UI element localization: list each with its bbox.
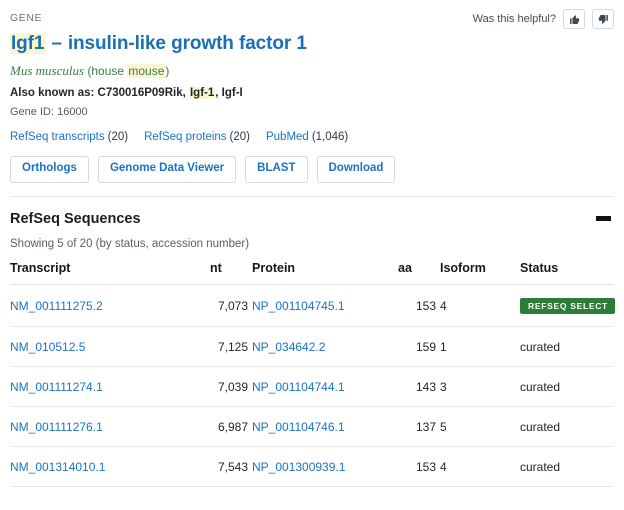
orthologs-button[interactable]: Orthologs: [10, 156, 89, 183]
nt-cell: 6,987: [210, 406, 252, 447]
transcript-cell: NM_001111274.1: [10, 366, 210, 407]
table-row: NM_001111276.1 6,987 NP_001104746.1 137 …: [10, 406, 614, 447]
link-refseq-transcripts-wrap: RefSeq transcripts (20): [10, 131, 128, 143]
link-refseq-transcripts-count: (20): [107, 131, 129, 144]
link-refseq-proteins-count: (20): [229, 131, 250, 144]
download-button[interactable]: Download: [316, 156, 396, 183]
table-row: NM_010512.5 7,125 NP_034642.2 159 1 cura…: [10, 326, 614, 367]
status-cell: REFSEQ SELECT: [520, 284, 615, 327]
link-pubmed[interactable]: PubMed: [266, 131, 309, 143]
transcript-link[interactable]: NM_001111275.2: [10, 299, 103, 313]
protein-cell: NP_001104744.1: [252, 366, 398, 407]
gene-id: Gene ID: 16000: [10, 106, 88, 119]
feedback-controls: Was this helpful?: [473, 9, 614, 29]
isoform-cell: 1: [440, 326, 520, 367]
protein-link[interactable]: NP_034642.2: [252, 340, 325, 354]
link-pubmed-count: (1,046): [311, 131, 349, 144]
table-header-row: Transcript nt Protein aa Isoform Status: [10, 260, 614, 285]
collapse-section-button[interactable]: [592, 210, 614, 228]
protein-cell: NP_034642.2: [252, 326, 398, 367]
link-refseq-transcripts[interactable]: RefSeq transcripts: [10, 131, 105, 143]
resource-links: RefSeq transcripts (20) RefSeq proteins (2…: [10, 131, 614, 143]
transcript-link[interactable]: NM_001314010.1: [10, 460, 105, 474]
status-cell: curated: [520, 326, 614, 367]
transcript-cell: NM_001111275.2: [10, 284, 210, 327]
species-common-suffix: ): [165, 63, 170, 78]
link-refseq-proteins[interactable]: RefSeq proteins: [144, 131, 226, 143]
refseq-sequences-section: RefSeq Sequences Showing 5 of 20 (by sta…: [0, 197, 624, 487]
feedback-question: Was this helpful?: [472, 13, 556, 25]
status-cell: curated: [520, 446, 614, 487]
species-scientific-name: Mus musculus: [10, 62, 85, 78]
gene-record-card: GENE Was this helpful? Igf1– insulin-like…: [0, 0, 624, 510]
species-common-prefix: (house: [84, 63, 128, 78]
aa-cell: 153: [398, 284, 440, 327]
nt-cell: 7,543: [210, 446, 252, 487]
table-row: NM_001111275.2 7,073 NP_001104745.1 153 …: [10, 284, 615, 327]
status-cell: curated: [520, 366, 614, 407]
transcript-cell: NM_001314010.1: [10, 446, 210, 487]
alias-before: C730016P09Rik,: [97, 86, 189, 99]
link-pubmed-wrap: PubMed (1,046): [266, 131, 348, 143]
section-title: RefSeq Sequences: [10, 210, 141, 227]
alias-highlight: Igf-1: [188, 86, 216, 99]
gene-header: GENE Was this helpful? Igf1– insulin-like…: [0, 0, 624, 197]
refseq-sequences-table: Transcript nt Protein aa Isoform Status …: [10, 260, 615, 487]
thumbs-up-button[interactable]: [563, 9, 585, 29]
nt-cell: 7,039: [210, 366, 252, 407]
gene-symbol: Igf1: [10, 33, 46, 54]
protein-cell: NP_001104746.1: [252, 406, 398, 447]
aa-cell: 143: [398, 366, 440, 407]
column-header-aa[interactable]: aa: [398, 260, 440, 285]
column-header-protein[interactable]: Protein: [252, 260, 398, 285]
status-cell: curated: [520, 406, 614, 447]
protein-cell: NP_001300939.1: [252, 446, 398, 487]
protein-link[interactable]: NP_001104745.1: [252, 299, 345, 313]
title-dash: –: [51, 33, 62, 54]
also-known-as-label: Also known as:: [10, 86, 98, 99]
aa-cell: 137: [398, 406, 440, 447]
transcript-link[interactable]: NM_010512.5: [10, 340, 85, 354]
table-row: NM_001314010.1 7,543 NP_001300939.1 153 …: [10, 446, 614, 487]
also-known-as-line: Also known as: C730016P09Rik, Igf-1, Igf…: [10, 86, 614, 102]
showing-count-text: Showing 5 of 20 (by status, accession nu…: [10, 237, 250, 250]
status-badge: REFSEQ SELECT: [520, 297, 615, 314]
protein-link[interactable]: NP_001104744.1: [252, 380, 345, 394]
column-header-transcript[interactable]: Transcript: [10, 260, 210, 285]
table-row: NM_001111274.1 7,039 NP_001104744.1 143 …: [10, 366, 614, 407]
page-title: Igf1– insulin-like growth factor 1: [10, 33, 614, 56]
isoform-cell: 3: [440, 366, 520, 407]
thumbs-down-button[interactable]: [592, 9, 614, 29]
transcript-cell: NM_010512.5: [10, 326, 210, 367]
nt-cell: 7,073: [210, 284, 252, 327]
alias-after: , Igf-I: [215, 86, 243, 99]
protein-link[interactable]: NP_001104746.1: [252, 420, 345, 434]
thumbs-up-icon: [569, 14, 580, 25]
isoform-cell: 4: [440, 284, 520, 327]
transcript-link[interactable]: NM_001111276.1: [10, 420, 103, 434]
column-header-status[interactable]: Status: [520, 260, 614, 285]
section-header: RefSeq Sequences: [10, 197, 614, 228]
blast-button[interactable]: BLAST: [245, 156, 308, 183]
aa-cell: 159: [398, 326, 440, 367]
aa-cell: 153: [398, 446, 440, 487]
thumbs-down-icon: [598, 14, 609, 25]
transcript-cell: NM_001111276.1: [10, 406, 210, 447]
action-buttons: Orthologs Genome Data Viewer BLAST Downl…: [10, 156, 614, 183]
isoform-cell: 4: [440, 446, 520, 487]
genome-data-viewer-button[interactable]: Genome Data Viewer: [97, 156, 237, 183]
protein-link[interactable]: NP_001300939.1: [252, 460, 345, 474]
link-refseq-proteins-wrap: RefSeq proteins (20): [144, 131, 250, 143]
isoform-cell: 5: [440, 406, 520, 447]
minus-icon: [595, 216, 611, 222]
species-common-highlight: mouse: [127, 63, 166, 78]
protein-cell: NP_001104745.1: [252, 284, 398, 327]
species-line: Mus musculus (house mouse): [10, 63, 614, 80]
nt-cell: 7,125: [210, 326, 252, 367]
column-header-isoform[interactable]: Isoform: [440, 260, 520, 285]
transcript-link[interactable]: NM_001111274.1: [10, 380, 103, 394]
column-header-nt[interactable]: nt: [210, 260, 252, 285]
gene-full-name: insulin-like growth factor 1: [67, 33, 307, 54]
